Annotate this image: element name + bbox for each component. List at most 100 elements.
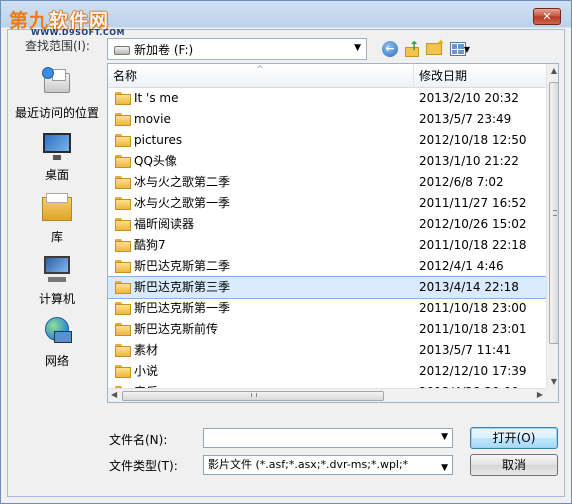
file-row[interactable]: 斯巴达克斯第三季 2013/4/14 22:18	[108, 276, 547, 299]
file-name: movie	[134, 112, 171, 126]
file-row[interactable]: 斯巴达克斯前传 2011/10/18 23:01	[108, 319, 546, 340]
place-computer[interactable]: 计算机	[9, 253, 105, 307]
look-in-value: 新加卷 (F:)	[134, 42, 194, 57]
desktop-icon	[40, 129, 74, 163]
file-name: 素材	[134, 343, 159, 357]
drive-icon	[114, 46, 130, 55]
place-network[interactable]: 网络	[9, 315, 105, 369]
site-watermark-logo: 第九软件网 WWW.D9SOFT.COM	[9, 10, 126, 37]
file-row[interactable]: It 's me 2013/2/10 20:32	[108, 88, 546, 109]
filename-input[interactable]: ▼	[203, 428, 453, 448]
column-date-header[interactable]: 修改日期	[414, 64, 546, 88]
file-name: 冰与火之歌第二季	[134, 175, 231, 189]
up-folder-button[interactable]: ↑	[403, 39, 421, 58]
network-icon	[40, 315, 74, 349]
close-button[interactable]: ✕	[533, 8, 561, 25]
folder-icon	[115, 302, 131, 315]
file-modified-date: 2013/5/7 11:41	[419, 343, 512, 357]
file-modified-date: 2013/5/7 23:49	[419, 112, 512, 126]
file-name: QQ头像	[134, 154, 177, 168]
file-row[interactable]: 酷狗7 2011/10/18 22:18	[108, 235, 546, 256]
file-modified-date: 2013/4/14 22:18	[419, 280, 519, 294]
look-in-combo[interactable]: 新加卷 (F:) ▼	[107, 38, 367, 60]
file-list[interactable]: ^ 名称 修改日期 It 's me 2013/2/10 20:32 movie 20…	[107, 63, 559, 403]
back-arrow-icon: ←	[382, 41, 398, 57]
scroll-up-icon[interactable]: ▲	[547, 66, 558, 75]
file-row[interactable]: 斯巴达克斯第一季 2011/10/18 23:00	[108, 298, 546, 319]
view-menu-button[interactable]: ▼	[447, 40, 473, 58]
file-name: It 's me	[134, 91, 179, 105]
file-modified-date: 2011/10/18 23:00	[419, 301, 527, 315]
open-file-dialog: 第九软件网 WWW.D9SOFT.COM ✕ 查找范围(I): 新加卷 (F:)…	[0, 0, 572, 504]
folder-icon	[115, 365, 131, 378]
file-rows: It 's me 2013/2/10 20:32 movie 2013/5/7 23:…	[108, 88, 547, 402]
place-recent[interactable]: 最近访问的位置	[9, 67, 105, 121]
scroll-right-icon[interactable]: ▶	[537, 390, 543, 399]
file-row[interactable]: movie 2013/5/7 23:49	[108, 109, 546, 130]
cancel-button[interactable]: 取消	[470, 454, 558, 476]
file-row[interactable]: 冰与火之歌第一季 2011/11/27 16:52	[108, 193, 546, 214]
file-modified-date: 2012/10/18 12:50	[419, 133, 527, 147]
folder-icon	[115, 113, 131, 126]
scroll-left-icon[interactable]: ◀	[111, 390, 117, 399]
scrollbar-corner	[546, 388, 558, 402]
place-libraries[interactable]: 库	[9, 191, 105, 245]
folder-icon	[115, 260, 131, 273]
libraries-icon	[40, 191, 74, 225]
new-folder-icon: ✦	[426, 38, 445, 55]
filename-label: 文件名(N):	[109, 433, 168, 447]
file-modified-date: 2012/6/8 7:02	[419, 175, 504, 189]
file-row[interactable]: 小说 2012/12/10 17:39	[108, 361, 546, 382]
scroll-thumb[interactable]	[122, 391, 384, 401]
folder-icon	[115, 92, 131, 105]
file-name: 斯巴达克斯第一季	[134, 301, 231, 315]
file-modified-date: 2011/10/18 22:18	[419, 238, 527, 252]
filetype-label: 文件类型(T):	[109, 459, 178, 473]
place-label: 最近访问的位置	[14, 106, 99, 120]
file-row[interactable]: QQ头像 2013/1/10 21:22	[108, 151, 546, 172]
open-button[interactable]: 打开(O)	[470, 427, 558, 449]
folder-icon	[115, 197, 131, 210]
folder-icon	[115, 218, 131, 231]
filetype-value: 影片文件 (*.asf;*.asx;*.dvr-ms;*.wpl;*	[208, 458, 409, 471]
filetype-select[interactable]: 影片文件 (*.asf;*.asx;*.dvr-ms;*.wpl;* ▼	[203, 455, 453, 475]
scroll-thumb[interactable]	[549, 82, 558, 344]
file-row[interactable]: pictures 2012/10/18 12:50	[108, 130, 546, 151]
chevron-down-icon: ▼	[463, 44, 471, 54]
vertical-scrollbar[interactable]: ▲ ▼	[546, 64, 558, 388]
file-modified-date: 2012/12/10 17:39	[419, 364, 527, 378]
chevron-down-icon[interactable]: ▼	[441, 432, 448, 442]
horizontal-scrollbar[interactable]: ◀ ▶	[108, 388, 546, 402]
file-modified-date: 2013/1/10 21:22	[419, 154, 519, 168]
file-modified-date: 2012/10/26 15:02	[419, 217, 527, 231]
navigation-toolbar: ← ↑ ✦ ▼	[381, 38, 473, 60]
file-modified-date: 2013/2/10 20:32	[419, 91, 519, 105]
file-name: 斯巴达克斯第三季	[134, 280, 231, 294]
look-in-label: 查找范围(I):	[25, 39, 90, 53]
file-modified-date: 2011/10/18 23:01	[419, 322, 527, 336]
file-row[interactable]: 福昕阅读器 2012/10/26 15:02	[108, 214, 546, 235]
file-row[interactable]: 素材 2013/5/7 11:41	[108, 340, 546, 361]
place-desktop[interactable]: 桌面	[9, 129, 105, 183]
file-name: 冰与火之歌第一季	[134, 196, 231, 210]
place-label: 网络	[44, 354, 69, 368]
folder-icon	[115, 239, 131, 252]
file-name: 小说	[134, 364, 159, 378]
file-name: 斯巴达克斯第二季	[134, 259, 231, 273]
folder-icon	[115, 176, 131, 189]
file-modified-date: 2011/11/27 16:52	[419, 196, 527, 210]
computer-icon	[40, 253, 74, 287]
file-name: 福昕阅读器	[134, 217, 195, 231]
scroll-down-icon[interactable]: ▼	[547, 377, 558, 386]
column-name-header[interactable]: ^ 名称	[108, 64, 414, 88]
folder-icon	[115, 155, 131, 168]
file-row[interactable]: 斯巴达克斯第二季 2012/4/1 4:46	[108, 256, 546, 277]
up-folder-icon: ↑	[405, 39, 419, 57]
folder-icon	[115, 281, 131, 294]
back-button[interactable]: ←	[381, 40, 399, 58]
new-folder-button[interactable]: ✦	[425, 38, 445, 58]
file-modified-date: 2012/4/1 4:46	[419, 259, 504, 273]
place-label: 桌面	[44, 168, 69, 182]
sort-ascending-icon: ^	[256, 65, 264, 75]
file-row[interactable]: 冰与火之歌第二季 2012/6/8 7:02	[108, 172, 546, 193]
